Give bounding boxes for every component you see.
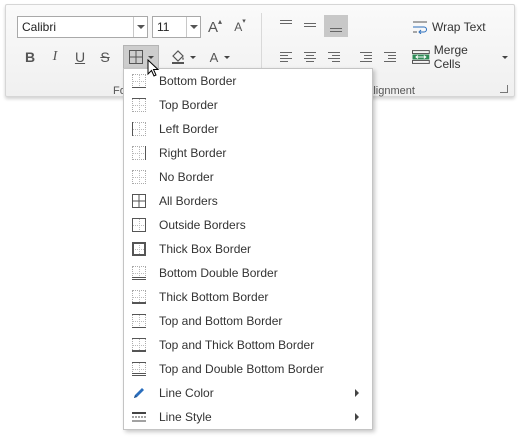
- bottom-double-border-icon: [132, 266, 146, 280]
- strikethrough-button[interactable]: S: [95, 46, 115, 68]
- fill-color-button[interactable]: [168, 46, 198, 68]
- menu-item-label: Right Border: [159, 146, 227, 160]
- align-middle-icon: [304, 23, 316, 27]
- menu-item-label: Top and Thick Bottom Border: [159, 338, 315, 352]
- align-bottom-button[interactable]: [324, 15, 348, 37]
- bold-icon: B: [24, 49, 36, 65]
- menu-item-bottom-double-border[interactable]: Bottom Double Border: [125, 261, 371, 285]
- all-borders-icon: [132, 194, 146, 208]
- bold-button[interactable]: B: [20, 46, 40, 68]
- all-borders-icon: [128, 50, 143, 64]
- top-and-double-bottom-border-icon: [132, 362, 146, 376]
- decrease-indent-icon: [360, 52, 372, 62]
- merge-cells-icon: [412, 50, 430, 64]
- font-name-value: Calibri: [22, 20, 57, 34]
- align-left-icon: [280, 52, 292, 62]
- menu-item-no-border[interactable]: No Border: [125, 165, 371, 189]
- font-color-button[interactable]: A: [205, 46, 235, 68]
- dialog-launcher-icon[interactable]: [500, 85, 508, 93]
- menu-item-bottom-border[interactable]: Bottom Border: [125, 69, 371, 93]
- line-style-icon: [132, 412, 146, 422]
- font-color-icon: A: [209, 49, 219, 65]
- menu-item-line-color[interactable]: Line Color: [125, 381, 371, 405]
- top-and-bottom-border-icon: [132, 314, 146, 328]
- font-name-combo[interactable]: Calibri: [17, 16, 148, 38]
- menu-item-label: Line Color: [159, 386, 214, 400]
- thick-bottom-border-icon: [132, 290, 146, 304]
- pencil-icon: [134, 388, 144, 398]
- alignment-group-label: Alignment: [366, 85, 415, 97]
- menu-item-label: All Borders: [159, 194, 218, 208]
- underline-button[interactable]: U: [70, 46, 90, 68]
- font-name-dropdown-icon[interactable]: [133, 17, 147, 37]
- menu-item-left-border[interactable]: Left Border: [125, 117, 371, 141]
- wrap-text-button[interactable]: Wrap Text: [412, 16, 494, 38]
- no-border-icon: [132, 170, 146, 184]
- menu-item-label: Bottom Double Border: [159, 266, 278, 280]
- wrap-text-icon: [413, 21, 427, 34]
- menu-item-top-and-bottom-border[interactable]: Top and Bottom Border: [125, 309, 371, 333]
- menu-item-label: Thick Bottom Border: [159, 290, 269, 304]
- wrap-text-label: Wrap Text: [432, 20, 486, 34]
- fill-bucket-icon: [172, 50, 184, 64]
- mouse-cursor-icon: [147, 59, 160, 77]
- align-right-icon: [328, 52, 340, 62]
- menu-item-label: Top and Bottom Border: [159, 314, 283, 328]
- merge-cells-button[interactable]: Merge Cells: [412, 43, 508, 71]
- italic-icon: I: [52, 49, 58, 64]
- align-right-button[interactable]: [324, 47, 344, 67]
- shrink-font-button[interactable]: A ▾: [230, 16, 250, 38]
- menu-item-thick-bottom-border[interactable]: Thick Bottom Border: [125, 285, 371, 309]
- chevron-down-icon: [502, 55, 508, 59]
- thick-box-border-icon: [132, 242, 146, 256]
- strikethrough-icon: S: [100, 49, 110, 65]
- chevron-down-icon: [224, 55, 231, 59]
- menu-item-thick-box-border[interactable]: Thick Box Border: [125, 237, 371, 261]
- font-size-value: 11: [157, 20, 170, 34]
- align-left-button[interactable]: [276, 47, 296, 67]
- underline-icon: U: [74, 49, 86, 65]
- grow-font-button[interactable]: A ▴: [205, 16, 225, 38]
- menu-item-label: Thick Box Border: [159, 242, 252, 256]
- menu-item-label: Outside Borders: [159, 218, 246, 232]
- menu-item-right-border[interactable]: Right Border: [125, 141, 371, 165]
- align-top-icon: [280, 20, 292, 24]
- menu-item-all-borders[interactable]: All Borders: [125, 189, 371, 213]
- align-center-button[interactable]: [300, 47, 320, 67]
- left-border-icon: [132, 122, 146, 136]
- menu-item-line-style[interactable]: Line Style: [125, 405, 371, 429]
- top-and-thick-bottom-border-icon: [132, 338, 146, 352]
- italic-button[interactable]: I: [45, 46, 65, 68]
- right-border-icon: [132, 146, 146, 160]
- top-border-icon: [132, 98, 146, 112]
- align-top-button[interactable]: [276, 15, 296, 35]
- decrease-indent-button[interactable]: [356, 47, 376, 67]
- menu-item-top-border[interactable]: Top Border: [125, 93, 371, 117]
- grow-font-icon: A: [207, 18, 218, 36]
- menu-item-top-and-thick-bottom-border[interactable]: Top and Thick Bottom Border: [125, 333, 371, 357]
- shrink-font-icon: A: [234, 20, 243, 34]
- menu-item-label: No Border: [159, 170, 214, 184]
- font-size-combo[interactable]: 11: [152, 16, 201, 38]
- align-middle-button[interactable]: [300, 15, 320, 35]
- align-center-icon: [304, 52, 316, 62]
- menu-item-outside-borders[interactable]: Outside Borders: [125, 213, 371, 237]
- merge-cells-label: Merge Cells: [433, 43, 468, 71]
- font-size-dropdown-icon[interactable]: [186, 17, 200, 37]
- chevron-down-icon: [190, 55, 196, 59]
- increase-indent-button[interactable]: [380, 47, 400, 67]
- menu-item-top-and-double-bottom-border[interactable]: Top and Double Bottom Border: [125, 357, 371, 381]
- menu-item-label: Top Border: [159, 98, 218, 112]
- submenu-arrow-icon: [355, 389, 359, 397]
- submenu-arrow-icon: [355, 413, 359, 421]
- menu-item-label: Line Style: [159, 410, 212, 424]
- menu-item-label: Top and Double Bottom Border: [159, 362, 324, 376]
- bottom-border-icon: [132, 74, 146, 88]
- borders-dropdown-menu: Bottom Border Top Border Left Border Rig…: [123, 68, 373, 430]
- increase-indent-icon: [384, 52, 396, 62]
- menu-item-label: Left Border: [159, 122, 219, 136]
- align-bottom-icon: [330, 28, 342, 32]
- outside-borders-icon: [132, 218, 146, 232]
- menu-item-label: Bottom Border: [159, 74, 237, 88]
